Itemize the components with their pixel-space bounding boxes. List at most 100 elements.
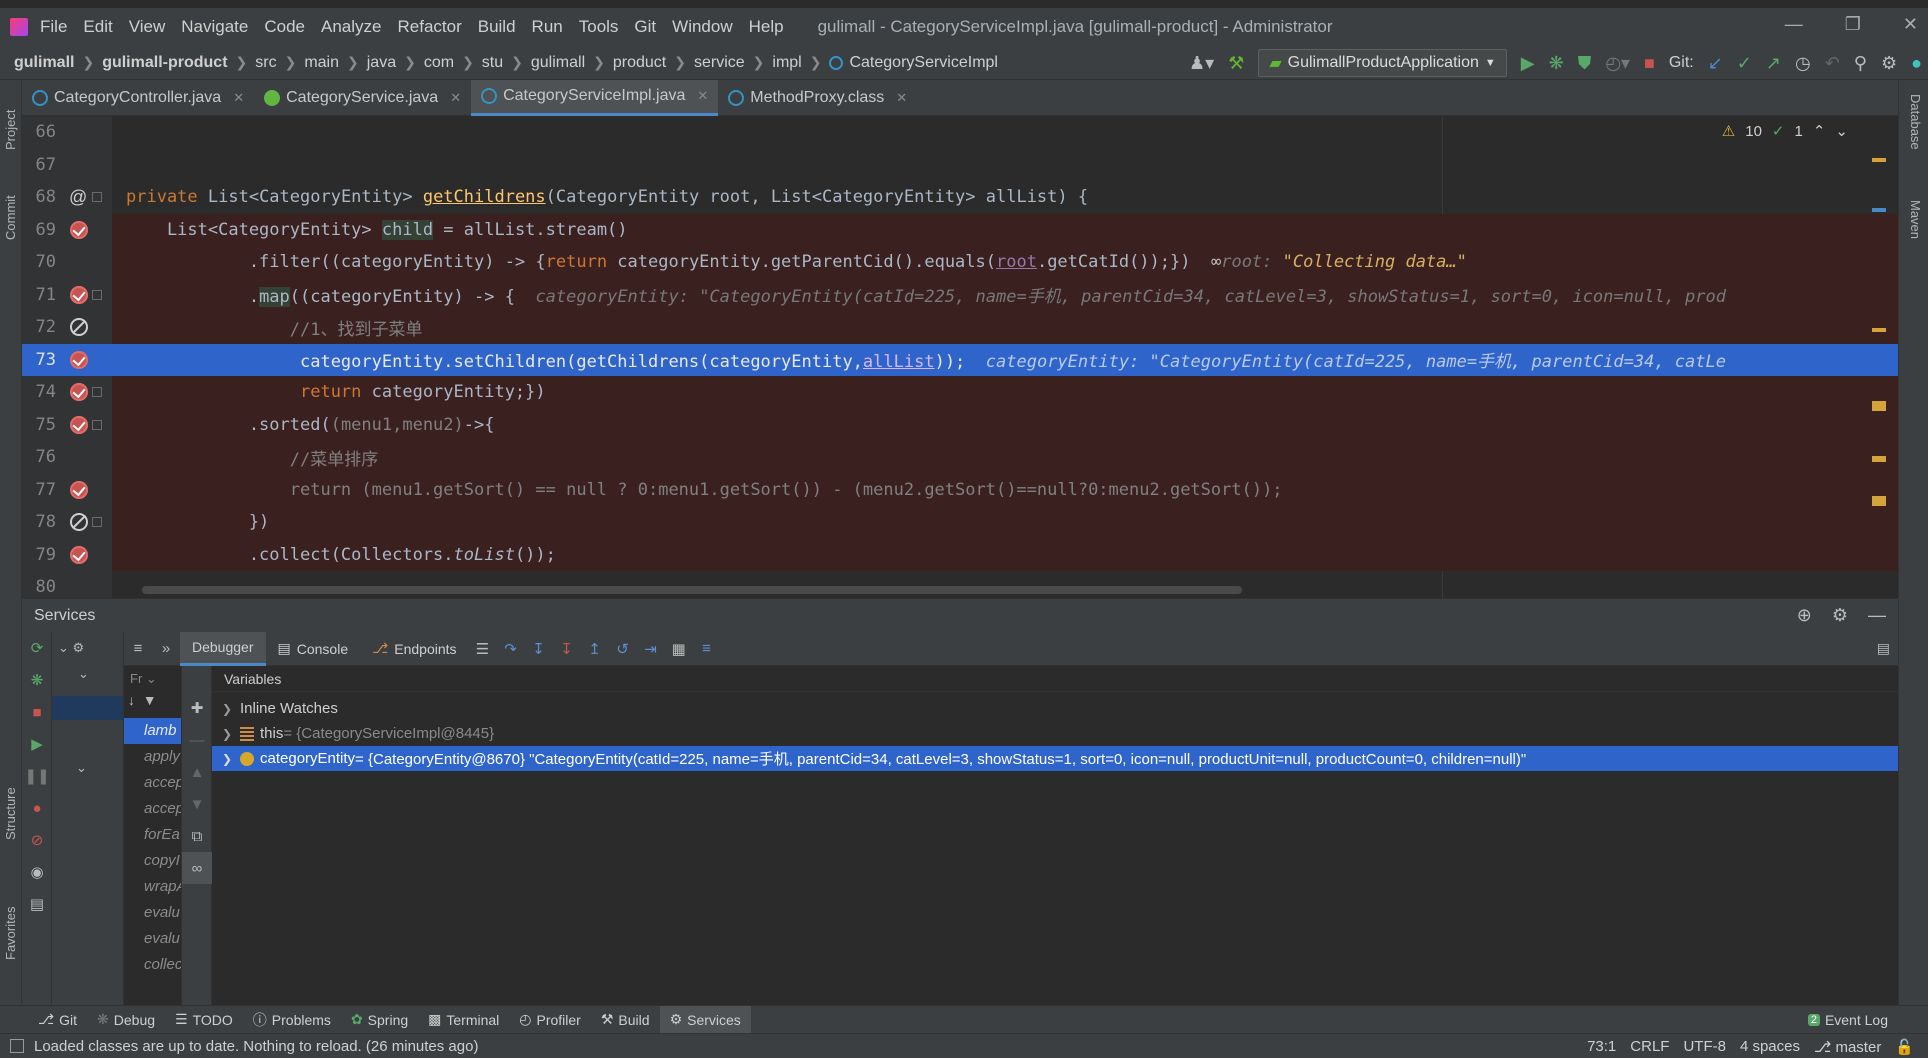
arrow-down-icon[interactable]: ↓ (128, 692, 135, 708)
drop-frame-icon[interactable]: ↺ (609, 632, 637, 666)
rollback-icon[interactable]: ↶ (1825, 53, 1840, 74)
tree-item-selected[interactable] (52, 696, 123, 720)
remove-icon[interactable]: — (182, 724, 212, 756)
user-icon[interactable]: ♟▾ (1189, 53, 1214, 74)
breadcrumb-item[interactable]: CategoryServiceImpl (849, 54, 998, 72)
breakpoint-icon[interactable] (70, 415, 88, 434)
filter-icon[interactable]: ▼ (143, 692, 157, 708)
lock-icon[interactable]: 🔓 (1895, 1038, 1914, 1056)
breakpoint-icon[interactable] (70, 480, 88, 499)
step-over-icon[interactable]: ↷ (497, 632, 525, 666)
frame-item[interactable]: evalu (124, 926, 181, 952)
services-tree[interactable]: ⌄ ⚙ ⌄ ⌄ (52, 632, 124, 1005)
menu-window[interactable]: Window (672, 17, 732, 37)
fold-icon[interactable] (92, 192, 102, 203)
breakpoint-icon[interactable] (70, 383, 88, 402)
debug-icon[interactable]: ❋ (1549, 53, 1564, 74)
breadcrumb-item[interactable]: stu (482, 54, 503, 72)
menu-file[interactable]: File (40, 17, 67, 37)
tree-expand-icon[interactable]: ⌄ (52, 758, 123, 778)
restore-icon[interactable]: ❐ (1845, 14, 1861, 35)
minimize-panel-icon[interactable]: — (1868, 605, 1886, 626)
tool-todo[interactable]: ☰ TODO (165, 1006, 243, 1034)
breadcrumb-item[interactable]: java (367, 54, 396, 72)
breadcrumb-item[interactable]: gulimall (14, 54, 74, 72)
menu-help[interactable]: Help (749, 17, 784, 37)
frame-item[interactable]: collec (124, 952, 181, 978)
move-up-icon[interactable]: ▲ (182, 756, 212, 788)
menu-code[interactable]: Code (264, 17, 305, 37)
tool-spring[interactable]: ✿ Spring (341, 1006, 418, 1034)
commit-tool-button[interactable]: Commit (3, 195, 18, 240)
threads-icon[interactable]: ≡ (124, 632, 152, 666)
build-hammer-icon[interactable]: ⚒ (1228, 53, 1244, 74)
close-icon[interactable]: ✕ (450, 90, 461, 106)
status-toggle-icon[interactable] (10, 1039, 24, 1053)
breadcrumb-item[interactable]: com (424, 54, 454, 72)
layout-icon[interactable]: ▤ (22, 888, 52, 920)
breadcrumb-item[interactable]: gulimall-product (102, 54, 227, 72)
chevron-right-icon[interactable]: ❯ (222, 727, 240, 741)
add-watch-icon[interactable]: ✚ (182, 692, 212, 724)
frame-item[interactable]: accep (124, 796, 181, 822)
menu-build[interactable]: Build (478, 17, 516, 37)
tab-category-service[interactable]: CategoryService.java ✕ (254, 80, 471, 116)
close-window-icon[interactable]: ✕ (1903, 14, 1918, 35)
pause-icon[interactable]: ❚❚ (22, 760, 52, 792)
chevron-right-icon[interactable]: ❯ (222, 702, 240, 716)
menu-tools[interactable]: Tools (579, 17, 619, 37)
close-icon[interactable]: ✕ (233, 90, 244, 106)
tab-category-service-impl[interactable]: CategoryServiceImpl.java ✕ (471, 79, 719, 116)
disabled-breakpoint-icon[interactable] (70, 318, 88, 337)
maven-tool-button[interactable]: Maven (1908, 200, 1923, 239)
tool-terminal[interactable]: ▩ Terminal (418, 1006, 509, 1034)
chevron-right-icon[interactable]: ❯ (222, 752, 240, 766)
database-tool-button[interactable]: Database (1908, 94, 1923, 150)
run-to-cursor-icon[interactable]: ⇥ (637, 632, 665, 666)
run-icon[interactable]: ▶ (1521, 53, 1535, 74)
profiler-icon[interactable]: ◴▾ (1605, 53, 1630, 74)
menu-analyze[interactable]: Analyze (321, 17, 381, 37)
annotation-at-icon[interactable]: @ (69, 187, 87, 207)
crosshair-icon[interactable]: ⊕ (1797, 605, 1812, 626)
tree-expand-icon[interactable]: ⌄ ⚙ (52, 632, 123, 664)
frames-header[interactable]: Fr ⌄ (124, 666, 181, 692)
plugin-icon[interactable]: ● (1911, 53, 1922, 74)
layout-settings-icon[interactable]: ▤ (1877, 640, 1890, 657)
frame-item[interactable]: apply (124, 744, 181, 770)
tool-problems[interactable]: ⓘ Problems (243, 1006, 341, 1034)
project-tool-button[interactable]: Project (3, 110, 18, 150)
indent-setting[interactable]: 4 spaces (1740, 1038, 1800, 1055)
variable-row[interactable]: ❯ this = {CategoryServiceImpl@8445} (212, 721, 1898, 746)
variable-row[interactable]: ❯ Inline Watches (212, 696, 1898, 721)
minimize-icon[interactable]: — (1785, 14, 1803, 35)
menu-edit[interactable]: Edit (83, 17, 112, 37)
search-icon[interactable]: ⚲ (1854, 53, 1867, 74)
trace-icon[interactable]: ≡ (693, 632, 721, 666)
breadcrumb-item[interactable]: product (613, 54, 666, 72)
disabled-breakpoint-icon[interactable] (70, 513, 88, 532)
tool-services[interactable]: ⚙ Services (659, 1005, 751, 1034)
tree-expand-icon[interactable]: ⌄ (52, 664, 123, 684)
fold-icon[interactable] (92, 517, 102, 528)
gear-icon[interactable]: ⚙ (1832, 605, 1848, 626)
copy-icon[interactable]: ⧉ (182, 820, 212, 852)
menu-view[interactable]: View (129, 17, 166, 37)
resume-icon[interactable]: ▶ (22, 728, 52, 760)
menu-git[interactable]: Git (634, 17, 656, 37)
mute-breakpoints-icon[interactable]: ⊘ (22, 824, 52, 856)
frames-list[interactable]: Fr ⌄ ↓ ▼ lamb apply accep accep forEa co… (124, 666, 182, 1005)
more-icon[interactable]: » (152, 632, 180, 666)
tool-event-log[interactable]: 2 Event Log (1798, 1006, 1898, 1034)
breakpoint-icon[interactable] (70, 285, 88, 304)
variables-view[interactable]: Variables ❯ Inline Watches ❯ this = {Cat… (212, 666, 1898, 1005)
camera-icon[interactable]: ◉ (22, 856, 52, 888)
step-out-icon[interactable]: ↥ (581, 632, 609, 666)
frame-item[interactable]: wrapA (124, 874, 181, 900)
step-into-icon[interactable]: ↧ (525, 632, 553, 666)
fold-icon[interactable] (92, 419, 102, 430)
menu-refactor[interactable]: Refactor (397, 17, 461, 37)
git-push-icon[interactable]: ↗ (1766, 53, 1781, 74)
git-branch-widget[interactable]: ⎇ master (1814, 1038, 1881, 1056)
rerun-icon[interactable]: ⟳ (22, 632, 52, 664)
